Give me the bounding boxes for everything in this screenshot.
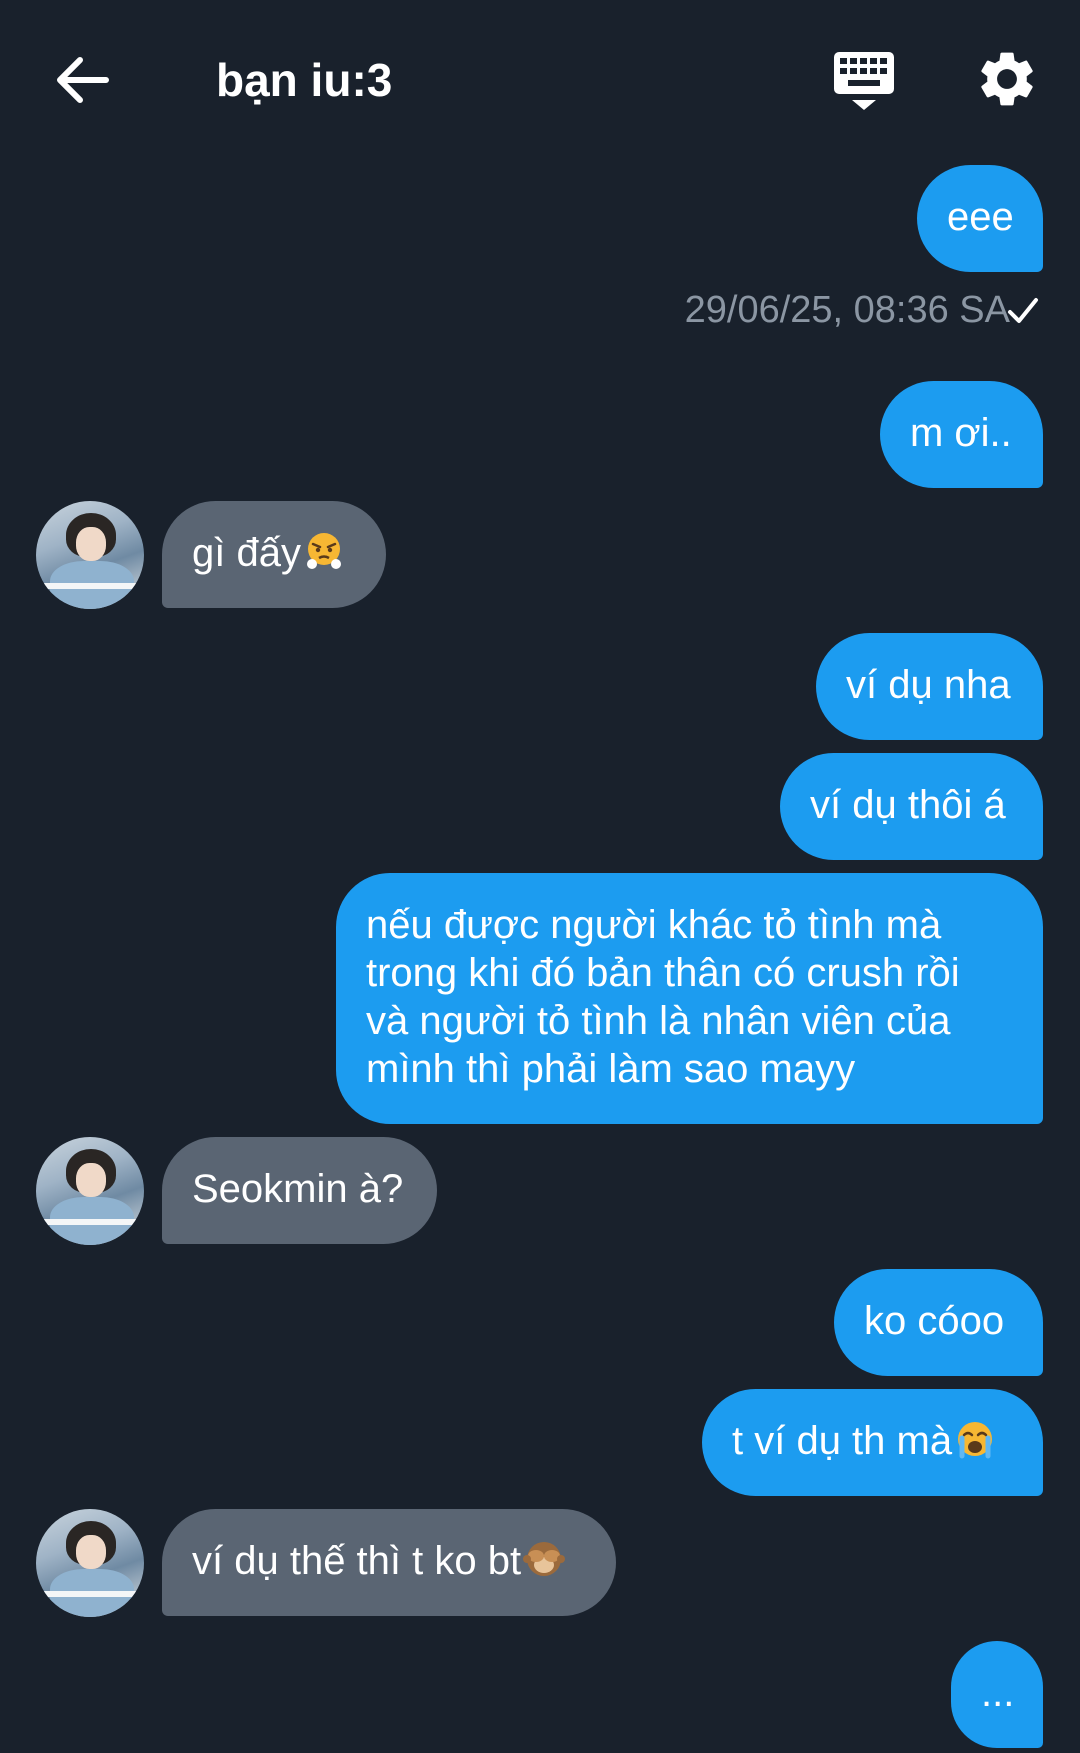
sent-message[interactable]: eee [917,165,1043,272]
message-text-line: nếu được người khác tỏ tình mà [366,903,942,947]
contact-avatar[interactable] [36,1137,144,1245]
message-text-line: trong khi đó bản thân có crush rồi [366,951,960,995]
huffing-face-emoji [306,533,341,569]
message-text: t ví dụ th mà [732,1419,953,1463]
sent-message[interactable]: m ơi.. [880,381,1043,488]
message-text: ví dụ nha [846,663,1011,707]
contact-avatar[interactable] [36,501,144,609]
message-text: eee [947,195,1014,239]
message-text: ví dụ thôi á [810,783,1006,827]
received-message[interactable]: gì đấy [162,501,386,608]
received-message[interactable]: ví dụ thế thì t ko bt [162,1509,616,1616]
arrow-left-icon [57,57,109,103]
sent-message[interactable]: t ví dụ th mà [702,1389,1043,1496]
message-text: ... [981,1671,1015,1715]
message-text: ví dụ thế thì t ko bt [192,1539,522,1583]
contact-avatar[interactable] [36,1509,144,1617]
loudly-crying-face-emoji [958,1422,993,1459]
message-text: gì đấy [192,531,301,575]
top-bar: bạn iu:3 [0,0,1080,160]
chat-title: bạn iu:3 [216,54,393,106]
sent-message[interactable]: ko cóoo [834,1269,1043,1376]
message-text: ko cóoo [864,1299,1005,1343]
back-button[interactable] [50,48,120,112]
settings-button[interactable] [974,46,1040,112]
message-text: Seokmin à? [192,1167,404,1211]
received-message[interactable]: Seokmin à? [162,1137,437,1244]
sent-message[interactable]: ví dụ nha [816,633,1043,740]
keyboard-button[interactable] [828,48,900,114]
typing-message[interactable]: ... [951,1641,1043,1748]
message-text: m ơi.. [910,411,1012,455]
message-text-line: và người tỏ tình là nhân viên của [366,999,951,1043]
check-icon [1008,298,1038,323]
message-text-line: mình thì phải làm sao mayy [366,1047,856,1091]
gear-icon [981,52,1033,106]
see-no-evil-monkey-emoji [523,1542,566,1576]
keyboard-icon [834,52,894,110]
message-timestamp: 29/06/25, 08:36 SA [684,289,1010,331]
sent-message[interactable]: nếu được người khác tỏ tình mà trong khi… [336,873,1043,1124]
sent-message[interactable]: ví dụ thôi á [780,753,1043,860]
